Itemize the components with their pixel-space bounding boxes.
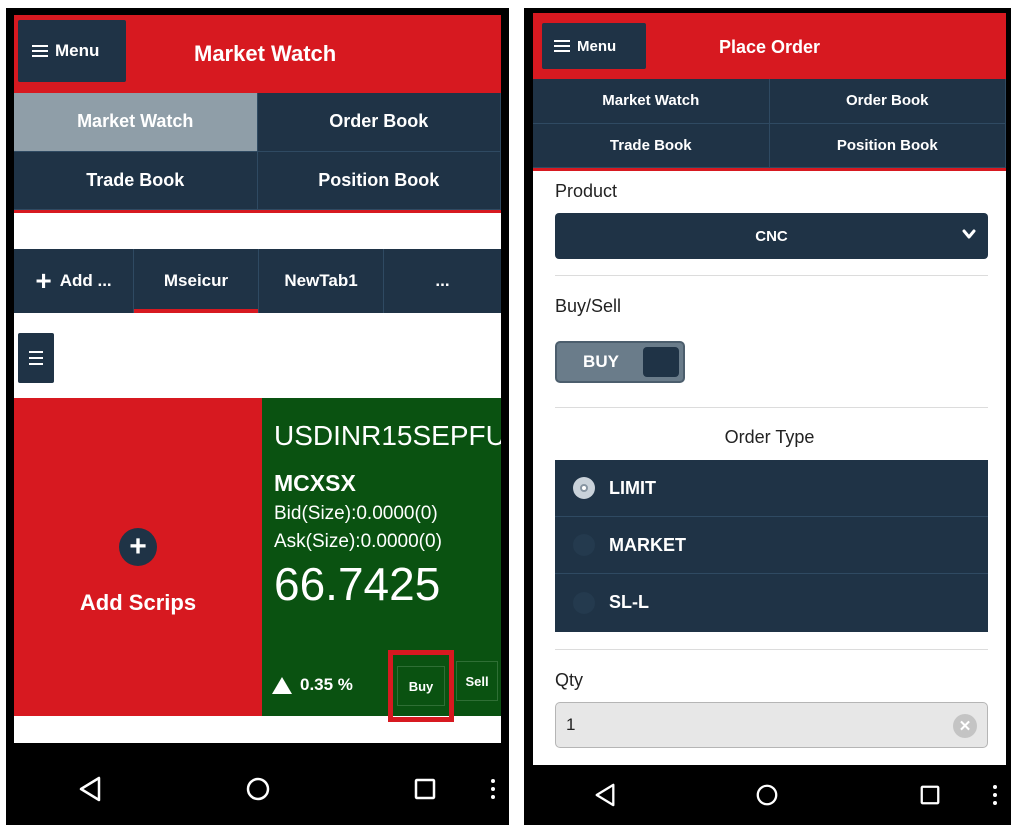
quote-exchange: MCXSX — [274, 470, 356, 496]
tab-add-label: Add ... — [59, 271, 112, 290]
add-scrips-card[interactable]: + Add Scrips — [14, 398, 262, 716]
radio-icon — [573, 534, 595, 556]
order-type-label: Order Type — [724, 427, 815, 447]
order-type-label-market: MARKET — [609, 534, 686, 555]
divider — [555, 275, 988, 276]
overflow-icon[interactable] — [993, 781, 997, 809]
plus-icon: + — [35, 265, 52, 296]
order-type-market[interactable]: MARKET — [555, 517, 988, 574]
nav-position-book[interactable]: Position Book — [769, 123, 1006, 168]
order-type-label-sl-l: SL-L — [609, 592, 649, 612]
overflow-icon[interactable] — [491, 775, 495, 803]
page-title: Place Order — [719, 37, 821, 57]
nav-position-book[interactable]: Position Book — [257, 151, 501, 210]
up-arrow-icon — [272, 676, 292, 694]
quote-ask: Ask(Size):0.0000(0) — [274, 531, 442, 552]
divider — [555, 407, 988, 408]
quote-symbol: USDINR15SEPFUT — [274, 420, 501, 451]
nav-trade-book[interactable]: Trade Book — [14, 151, 258, 210]
product-value: CNC — [755, 227, 788, 245]
place-order-screen: Menu Place Order Market Watch Order Book… — [533, 13, 1006, 765]
watchlist-tabs: + Add ... Mseicur NewTab1 ... — [14, 249, 501, 313]
main-nav: Market Watch Order Book Trade Book Posit… — [14, 93, 501, 213]
nav-order-book[interactable]: Order Book — [257, 93, 501, 152]
product-select[interactable]: CNC — [555, 213, 988, 259]
tab-more[interactable]: ... — [384, 249, 501, 313]
order-type-group: LIMIT MARKET SL-L — [555, 460, 988, 632]
phone-place-order: Menu Place Order Market Watch Order Book… — [524, 8, 1011, 825]
radio-icon — [573, 591, 595, 614]
home-icon[interactable] — [686, 765, 848, 825]
order-type-sl-l[interactable]: SL-L — [555, 574, 988, 631]
home-icon[interactable] — [174, 753, 342, 825]
buy-button[interactable]: Buy — [397, 666, 445, 706]
recents-icon[interactable] — [849, 765, 1011, 825]
order-type-label-limit: LIMIT — [609, 477, 656, 498]
radio-selected-icon — [573, 477, 595, 499]
app-header: Menu Market Watch — [14, 15, 501, 93]
buysell-toggle[interactable]: BUY — [555, 341, 685, 383]
recents-icon[interactable] — [341, 753, 509, 825]
market-watch-screen: Menu Market Watch Market Watch Order Boo… — [14, 15, 501, 743]
android-nav-bar — [6, 753, 509, 825]
tab-mseicur[interactable]: Mseicur — [134, 249, 259, 313]
sell-button[interactable]: Sell — [456, 661, 498, 701]
menu-label: Menu — [55, 41, 100, 60]
hamburger-icon — [554, 37, 570, 55]
nav-market-watch[interactable]: Market Watch — [14, 93, 258, 152]
add-circle-icon: + — [119, 528, 157, 566]
quote-card[interactable]: USDINR15SEPFUT MCXSX Bid(Size):0.0000(0)… — [262, 398, 501, 722]
buysell-label: Buy/Sell — [555, 296, 622, 316]
quote-ltp: 66.7425 — [274, 558, 441, 610]
list-menu-button[interactable] — [18, 333, 54, 383]
quote-change-value: 0.35 % — [300, 675, 353, 694]
back-icon[interactable] — [524, 765, 686, 825]
nav-order-book[interactable]: Order Book — [769, 79, 1006, 124]
qty-value: 1 — [566, 715, 576, 734]
buysell-value: BUY — [583, 352, 619, 371]
clear-icon[interactable]: ✕ — [953, 714, 977, 738]
quote-change: 0.35 % — [272, 675, 353, 695]
tab-add[interactable]: + Add ... — [14, 249, 134, 313]
add-scrips-label: Add Scrips — [79, 590, 197, 615]
buy-highlight: Buy — [388, 650, 454, 722]
qty-input[interactable]: 1 ✕ — [555, 702, 988, 748]
toggle-knob — [643, 347, 679, 377]
back-icon[interactable] — [6, 753, 174, 825]
menu-label: Menu — [577, 37, 617, 55]
main-nav: Market Watch Order Book Trade Book Posit… — [533, 79, 1006, 171]
order-type-limit[interactable]: LIMIT — [555, 460, 988, 517]
qty-label: Qty — [555, 670, 584, 690]
page-title: Market Watch — [194, 41, 337, 66]
menu-button[interactable]: Menu — [18, 20, 126, 82]
quote-bid: Bid(Size):0.0000(0) — [274, 503, 438, 524]
menu-button[interactable]: Menu — [542, 23, 646, 69]
app-header: Menu Place Order — [533, 13, 1006, 79]
tab-newtab1[interactable]: NewTab1 — [259, 249, 384, 313]
chevron-down-icon — [962, 229, 976, 239]
phone-market-watch: Menu Market Watch Market Watch Order Boo… — [6, 8, 509, 825]
nav-trade-book[interactable]: Trade Book — [533, 123, 770, 168]
android-nav-bar — [524, 765, 1011, 825]
product-label: Product — [555, 181, 618, 201]
divider — [555, 649, 988, 650]
nav-market-watch[interactable]: Market Watch — [533, 79, 770, 124]
hamburger-icon — [32, 42, 48, 60]
